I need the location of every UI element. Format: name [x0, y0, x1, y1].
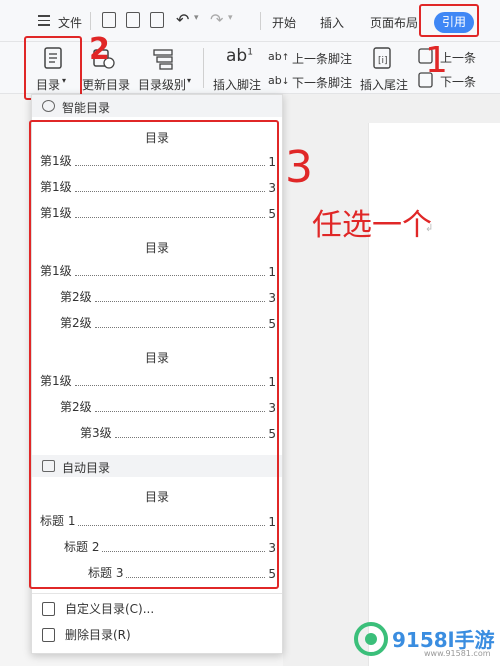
- next-footnote-button[interactable]: 下一条脚注: [292, 74, 352, 91]
- annotation-step-2: 2: [89, 32, 110, 67]
- ribbon-divider: [203, 48, 204, 88]
- update-toc-button[interactable]: 更新目录: [82, 76, 130, 93]
- smart-toc-header: 智能目录: [32, 95, 282, 117]
- custom-toc-menu-item[interactable]: 自定义目录(C)...: [42, 600, 154, 617]
- tab-home[interactable]: 开始: [272, 14, 296, 31]
- next-footnote-icon: ab↓: [268, 74, 290, 87]
- tab-insert[interactable]: 插入: [320, 14, 344, 31]
- delete-toc-icon: [42, 627, 55, 642]
- save-icon[interactable]: [102, 12, 116, 28]
- tab-page-layout[interactable]: 页面布局: [370, 14, 418, 31]
- annotation-step-1: 1: [425, 40, 448, 81]
- redo-dropdown-icon[interactable]: ▾: [228, 13, 233, 23]
- redo-icon[interactable]: ↷: [210, 10, 223, 29]
- insert-footnote-button[interactable]: 插入脚注: [213, 76, 261, 93]
- brand-logo-icon: [354, 622, 388, 656]
- annotation-box-toc-options: [29, 120, 279, 589]
- annotation-step-3: 3: [285, 142, 313, 193]
- toc-level-button[interactable]: 目录级别: [138, 76, 186, 93]
- insert-endnote-button[interactable]: 插入尾注: [360, 76, 408, 93]
- annotation-choose-any: 任选一个: [312, 208, 432, 243]
- smart-toc-icon: [42, 100, 55, 112]
- delete-toc-menu-item[interactable]: 删除目录(R): [42, 626, 131, 643]
- undo-icon[interactable]: ↶: [176, 10, 189, 29]
- svg-text:[i]: [i]: [378, 56, 388, 66]
- custom-toc-icon: [42, 601, 55, 616]
- insert-footnote-icon: ab1: [226, 46, 253, 66]
- hamburger-menu-icon[interactable]: [38, 15, 50, 26]
- toolbar-divider: [90, 12, 91, 30]
- menu-divider: [32, 593, 282, 594]
- export-icon[interactable]: [126, 12, 140, 28]
- toc-level-dropdown-icon[interactable]: ▾: [187, 76, 191, 85]
- insert-endnote-icon: [i]: [373, 47, 391, 69]
- undo-dropdown-icon[interactable]: ▾: [194, 13, 199, 23]
- watermark-url: www.91581.com: [424, 649, 491, 658]
- prev-footnote-icon: ab↑: [268, 50, 290, 63]
- print-preview-icon[interactable]: [150, 12, 164, 28]
- toc-level-icon: [153, 49, 173, 70]
- toolbar-divider: [260, 12, 261, 30]
- annotation-box-toc-button: [24, 36, 82, 100]
- annotation-box-references: [419, 4, 479, 37]
- prev-footnote-button[interactable]: 上一条脚注: [292, 50, 352, 67]
- file-menu[interactable]: 文件: [58, 14, 82, 31]
